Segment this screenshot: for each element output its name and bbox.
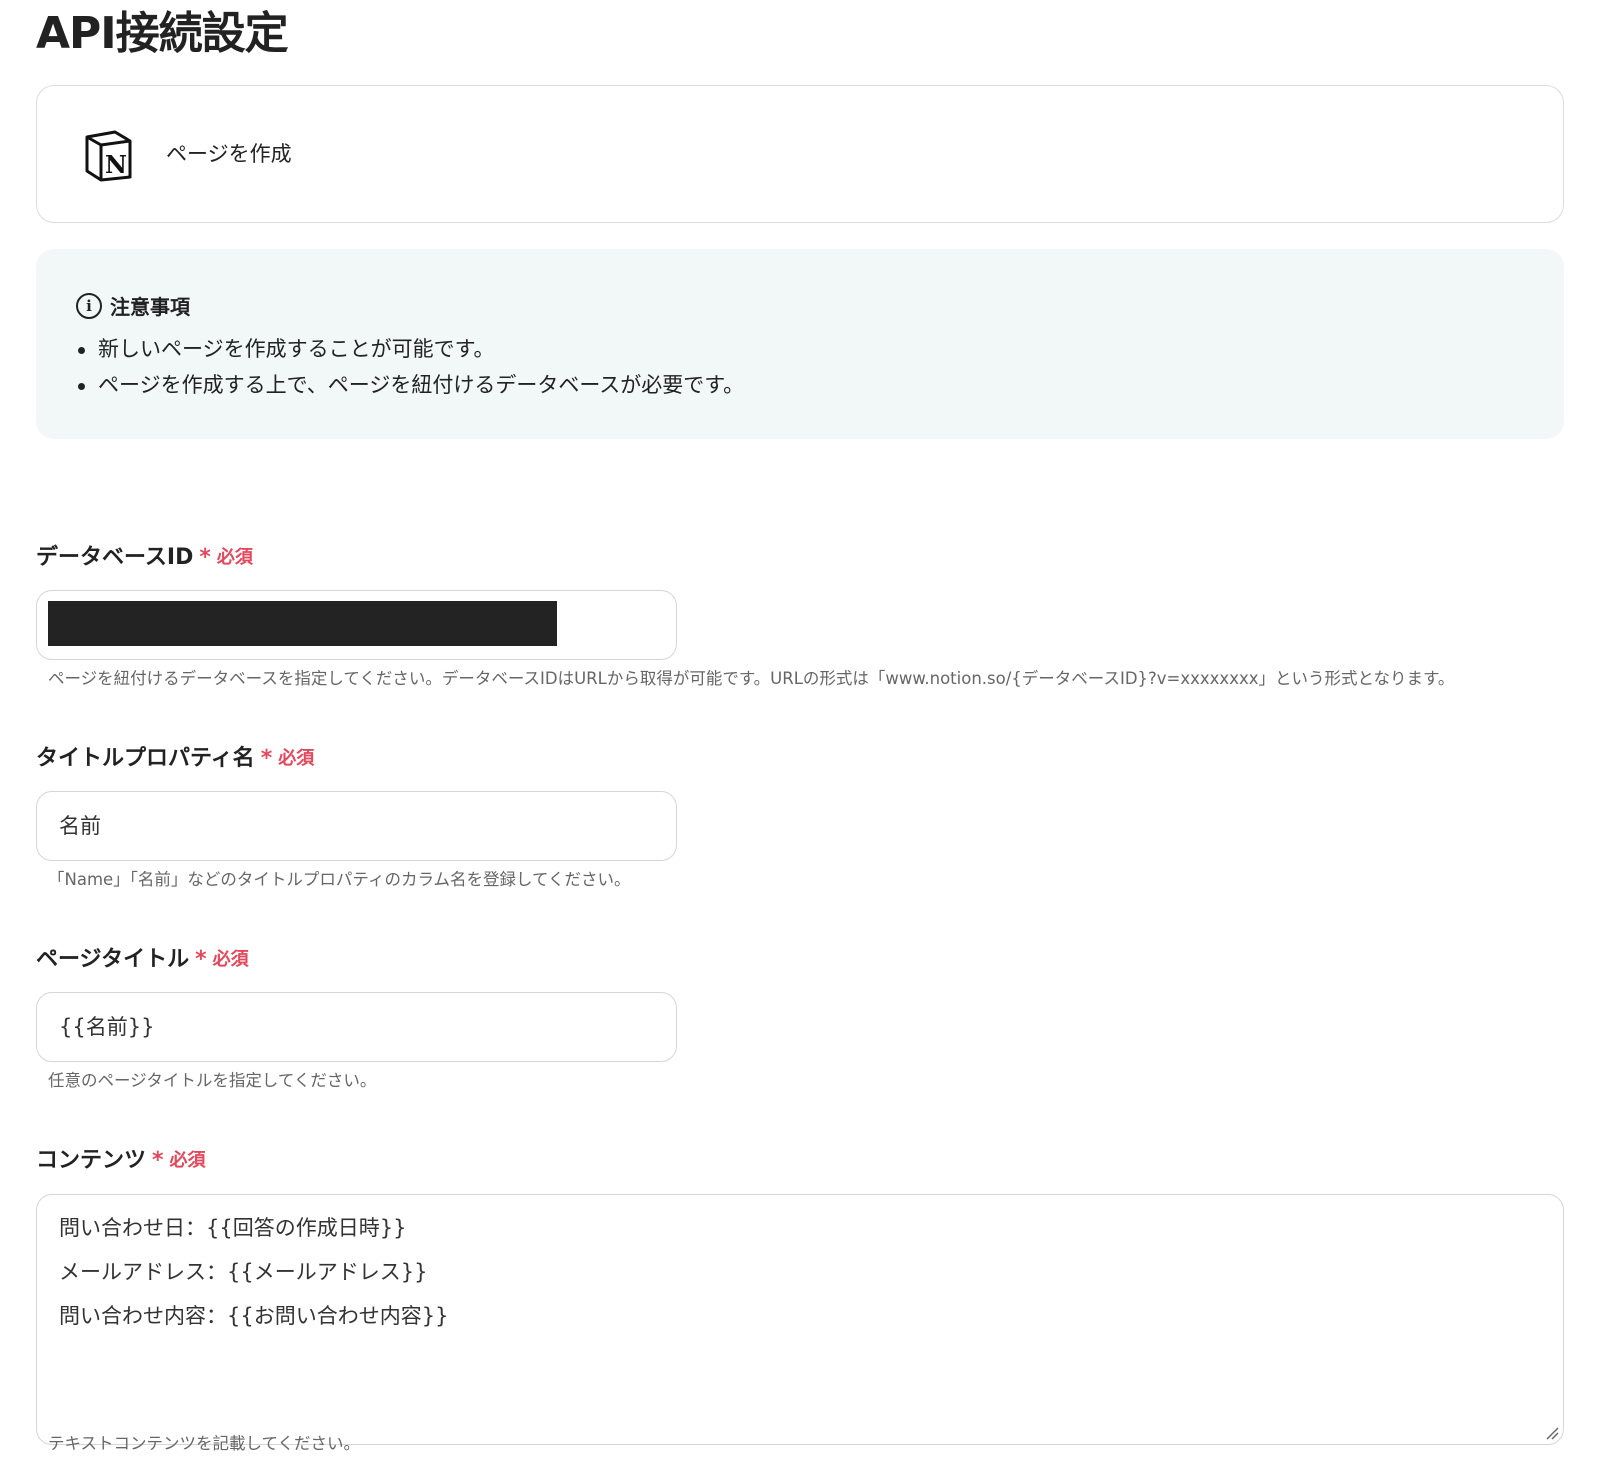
svg-text:N: N	[105, 150, 127, 179]
database-id-help: ページを紐付けるデータベースを指定してください。データベースIDはURLから取得…	[48, 669, 1455, 688]
page-title-label-text: ページタイトル	[36, 947, 190, 972]
title-property-input[interactable]: 名前	[36, 791, 677, 861]
notice-title: 注意事項	[110, 295, 190, 319]
page-title-help: 任意のページタイトルを指定してください。	[48, 1071, 377, 1090]
required-text: 必須	[169, 1150, 206, 1171]
title-property-label: タイトルプロパティ名 * 必須	[36, 744, 314, 774]
contents-help: テキストコンテンツを記載してください。	[48, 1434, 361, 1453]
required-star: *	[195, 947, 207, 972]
required-star: *	[152, 1148, 164, 1173]
contents-label: コンテンツ * 必須	[36, 1146, 206, 1176]
contents-line: メールアドレス：{{メールアドレス}}	[59, 1260, 428, 1284]
required-text: 必須	[212, 949, 249, 970]
notice-item: 新しいページを作成することが可能です。	[76, 331, 744, 367]
page-title-input[interactable]: {{名前}}	[36, 992, 677, 1062]
required-text: 必須	[278, 748, 315, 769]
database-id-label: データベースID * 必須	[36, 543, 253, 573]
contents-line: 問い合わせ日：{{回答の作成日時}}	[59, 1216, 407, 1240]
database-id-input[interactable]	[36, 590, 677, 660]
required-star: *	[199, 545, 211, 570]
notice-item: ページを作成する上で、ページを紐付けるデータベースが必要です。	[76, 367, 744, 403]
contents-label-text: コンテンツ	[36, 1148, 147, 1173]
required-star: *	[260, 746, 273, 771]
contents-textarea[interactable]: 問い合わせ日：{{回答の作成日時}} メールアドレス：{{メールアドレス}} 問…	[36, 1194, 1564, 1445]
notice-list: 新しいページを作成することが可能です。 ページを作成する上で、ページを紐付けるデ…	[76, 331, 744, 403]
required-text: 必須	[216, 547, 253, 568]
title-property-value: 名前	[59, 814, 101, 838]
page-title-value: {{名前}}	[59, 1015, 155, 1039]
notion-logo-icon: N	[85, 130, 132, 182]
resize-handle-icon[interactable]	[1545, 1426, 1559, 1440]
title-property-label-text: タイトルプロパティ名	[36, 746, 255, 771]
info-icon: i	[76, 292, 102, 319]
page-title: API接続設定	[36, 8, 289, 59]
title-property-help: 「Name」「名前」などのタイトルプロパティのカラム名を登録してください。	[48, 870, 631, 889]
page-title-label: ページタイトル * 必須	[36, 945, 249, 975]
contents-line: 問い合わせ内容：{{お問い合わせ内容}}	[59, 1304, 449, 1328]
action-label: ページを作成	[166, 142, 292, 166]
database-id-label-text: データベースID	[36, 545, 194, 570]
redacted-value	[48, 601, 557, 646]
notice-box: i 注意事項 新しいページを作成することが可能です。 ページを作成する上で、ペー…	[36, 249, 1564, 439]
notice-header: i 注意事項	[76, 291, 190, 320]
action-card[interactable]: N ページを作成	[36, 85, 1564, 223]
